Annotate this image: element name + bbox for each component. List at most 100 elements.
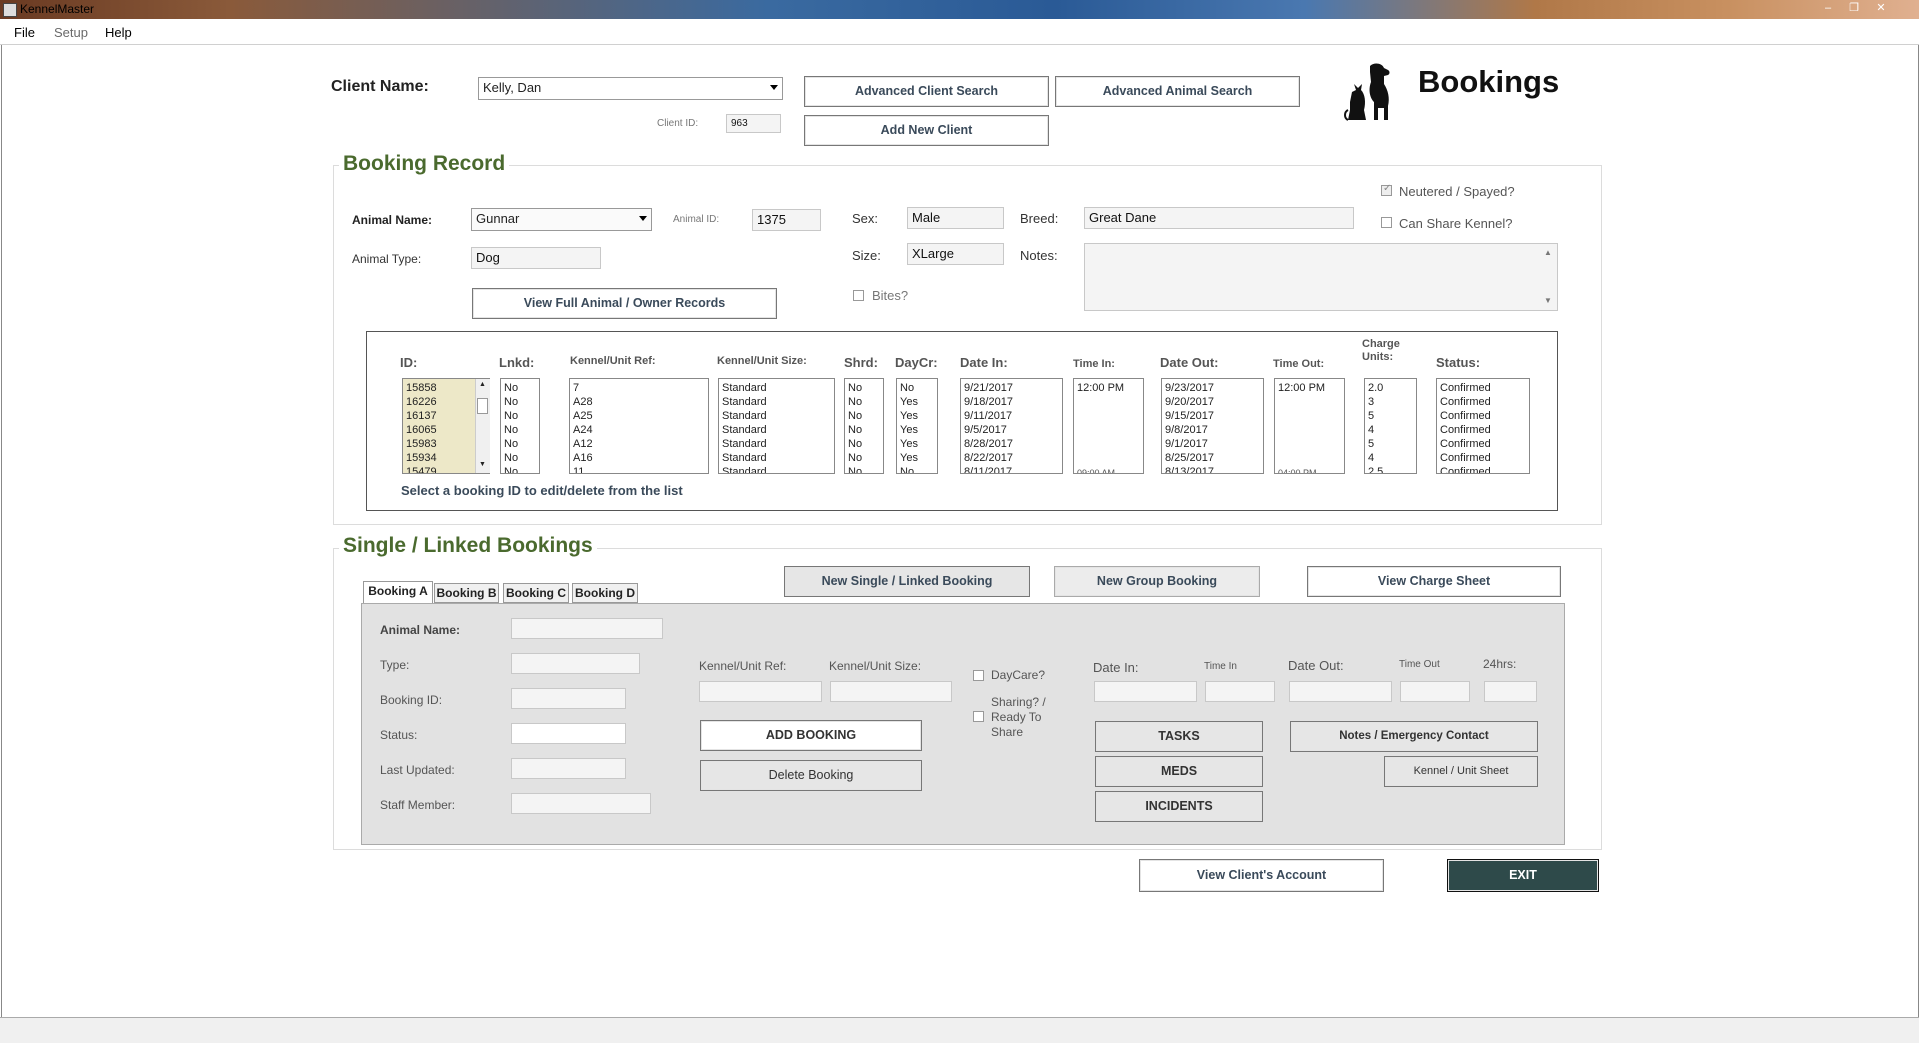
- daycare-checkbox[interactable]: [973, 670, 984, 681]
- bk-date-out-field[interactable]: [1289, 681, 1392, 702]
- charge-units-listbox[interactable]: 2.0 3 5 4 5 4 2.5: [1364, 378, 1417, 474]
- lnkd-item[interactable]: No: [504, 409, 536, 423]
- date-out-item[interactable]: 9/15/2017: [1165, 409, 1260, 423]
- bk-staff-member-field[interactable]: [511, 793, 651, 814]
- booking-id-item[interactable]: 15934: [406, 451, 471, 465]
- lnkd-item[interactable]: No: [504, 395, 536, 409]
- booking-id-item[interactable]: 16226: [406, 395, 471, 409]
- kennel-size-item[interactable]: Standard: [722, 409, 831, 423]
- booking-id-item[interactable]: 16137: [406, 409, 471, 423]
- menu-file[interactable]: File: [14, 25, 35, 40]
- shrd-item[interactable]: No: [848, 395, 880, 409]
- sex-field[interactable]: Male: [907, 207, 1004, 229]
- exit-button[interactable]: EXIT: [1447, 859, 1599, 892]
- kennel-ref-item[interactable]: A25: [573, 409, 705, 423]
- close-icon[interactable]: ✕: [1870, 1, 1892, 16]
- kennel-size-item[interactable]: Standard: [722, 437, 831, 451]
- add-new-client-button[interactable]: Add New Client: [804, 115, 1049, 146]
- shrd-item[interactable]: No: [848, 423, 880, 437]
- status-item[interactable]: Confirmed: [1440, 423, 1526, 437]
- date-in-listbox[interactable]: 9/21/2017 9/18/2017 9/11/2017 9/5/2017 8/28/…: [960, 378, 1063, 474]
- advanced-client-search-button[interactable]: Advanced Client Search: [804, 76, 1049, 107]
- bk-date-in-field[interactable]: [1094, 681, 1197, 702]
- scroll-down-icon[interactable]: ▼: [1544, 296, 1552, 305]
- charge-units-item[interactable]: 2.0: [1368, 381, 1413, 395]
- animal-type-field[interactable]: Dog: [471, 247, 601, 269]
- kennel-ref-item[interactable]: A24: [573, 423, 705, 437]
- animal-name-combo[interactable]: Gunnar: [471, 208, 652, 231]
- bk-time-in-field[interactable]: [1205, 681, 1275, 702]
- shrd-item[interactable]: No: [848, 465, 880, 473]
- date-out-item[interactable]: 8/13/2017: [1165, 465, 1260, 473]
- status-item[interactable]: Confirmed: [1440, 465, 1526, 473]
- booking-id-item[interactable]: 15983: [406, 437, 471, 451]
- kennel-ref-listbox[interactable]: 7 A28 A25 A24 A12 A16 11: [569, 378, 709, 474]
- kennel-size-item[interactable]: Standard: [722, 395, 831, 409]
- bk-24hrs-field[interactable]: [1484, 681, 1537, 702]
- lnkd-item[interactable]: No: [504, 451, 536, 465]
- charge-units-item[interactable]: 2.5: [1368, 465, 1413, 473]
- neutered-checkbox[interactable]: [1381, 183, 1392, 196]
- bk-booking-id-field[interactable]: [511, 688, 626, 709]
- tab-booking-d[interactable]: Booking D: [572, 583, 638, 603]
- daycr-item[interactable]: Yes: [900, 451, 934, 465]
- view-clients-account-button[interactable]: View Client's Account: [1139, 859, 1384, 892]
- date-in-item[interactable]: 8/22/2017: [964, 451, 1059, 465]
- charge-units-item[interactable]: 5: [1368, 437, 1413, 451]
- breed-field[interactable]: Great Dane: [1084, 207, 1354, 229]
- shrd-item[interactable]: No: [848, 381, 880, 395]
- charge-units-item[interactable]: 4: [1368, 423, 1413, 437]
- daycr-item[interactable]: Yes: [900, 409, 934, 423]
- bk-type-field[interactable]: [511, 653, 640, 674]
- sharing-checkbox[interactable]: [973, 711, 984, 722]
- booking-id-item[interactable]: 15479: [406, 465, 471, 473]
- tab-booking-a[interactable]: Booking A: [363, 581, 433, 603]
- shrd-item[interactable]: No: [848, 451, 880, 465]
- charge-units-item[interactable]: 5: [1368, 409, 1413, 423]
- date-in-item[interactable]: 9/5/2017: [964, 423, 1059, 437]
- date-out-item[interactable]: 8/25/2017: [1165, 451, 1260, 465]
- date-in-item[interactable]: 9/11/2017: [964, 409, 1059, 423]
- date-in-item[interactable]: 9/21/2017: [964, 381, 1059, 395]
- date-in-item[interactable]: 8/28/2017: [964, 437, 1059, 451]
- kennel-ref-item[interactable]: A28: [573, 395, 705, 409]
- bk-time-out-field[interactable]: [1400, 681, 1470, 702]
- animal-id-field[interactable]: 1375: [752, 209, 821, 231]
- size-field[interactable]: XLarge: [907, 243, 1004, 265]
- lnkd-item[interactable]: No: [504, 465, 536, 473]
- bk-kennel-size-field[interactable]: [830, 681, 952, 702]
- add-booking-button[interactable]: ADD BOOKING: [700, 720, 922, 751]
- bites-checkbox[interactable]: [853, 290, 864, 301]
- status-item[interactable]: Confirmed: [1440, 451, 1526, 465]
- shrd-listbox[interactable]: No No No No No No No: [844, 378, 884, 474]
- status-listbox[interactable]: Confirmed Confirmed Confirmed Confirmed Conf…: [1436, 378, 1530, 474]
- scroll-down-icon[interactable]: ▼: [479, 461, 486, 468]
- status-item[interactable]: Confirmed: [1440, 381, 1526, 395]
- lnkd-item[interactable]: No: [504, 437, 536, 451]
- delete-booking-button[interactable]: Delete Booking: [700, 760, 922, 791]
- view-charge-sheet-button[interactable]: View Charge Sheet: [1307, 566, 1561, 597]
- menu-setup[interactable]: Setup: [54, 25, 88, 40]
- new-group-booking-button[interactable]: New Group Booking: [1054, 566, 1260, 597]
- date-out-listbox[interactable]: 9/23/2017 9/20/2017 9/15/2017 9/8/2017 9/1/2…: [1161, 378, 1264, 474]
- date-in-item[interactable]: 8/11/2017: [964, 465, 1059, 473]
- meds-button[interactable]: MEDS: [1095, 756, 1263, 787]
- scroll-up-icon[interactable]: ▲: [479, 381, 486, 388]
- charge-units-item[interactable]: 3: [1368, 395, 1413, 409]
- date-out-item[interactable]: 9/23/2017: [1165, 381, 1260, 395]
- date-out-item[interactable]: 9/20/2017: [1165, 395, 1260, 409]
- bk-kennel-ref-field[interactable]: [699, 681, 822, 702]
- booking-id-item[interactable]: 16065: [406, 423, 471, 437]
- bk-animal-name-field[interactable]: [511, 618, 663, 639]
- kennel-size-listbox[interactable]: Standard Standard Standard Standard Standard…: [718, 378, 835, 474]
- daycr-item[interactable]: No: [900, 381, 934, 395]
- advanced-animal-search-button[interactable]: Advanced Animal Search: [1055, 76, 1300, 107]
- time-in-listbox[interactable]: 12:00 PM 09:00 AM: [1073, 378, 1144, 474]
- kennel-unit-sheet-button[interactable]: Kennel / Unit Sheet: [1384, 756, 1538, 787]
- date-out-item[interactable]: 9/1/2017: [1165, 437, 1260, 451]
- date-in-item[interactable]: 9/18/2017: [964, 395, 1059, 409]
- scroll-up-icon[interactable]: ▲: [1544, 248, 1552, 257]
- lnkd-item[interactable]: No: [504, 423, 536, 437]
- new-single-linked-booking-button[interactable]: New Single / Linked Booking: [784, 566, 1030, 597]
- view-full-records-button[interactable]: View Full Animal / Owner Records: [472, 288, 777, 319]
